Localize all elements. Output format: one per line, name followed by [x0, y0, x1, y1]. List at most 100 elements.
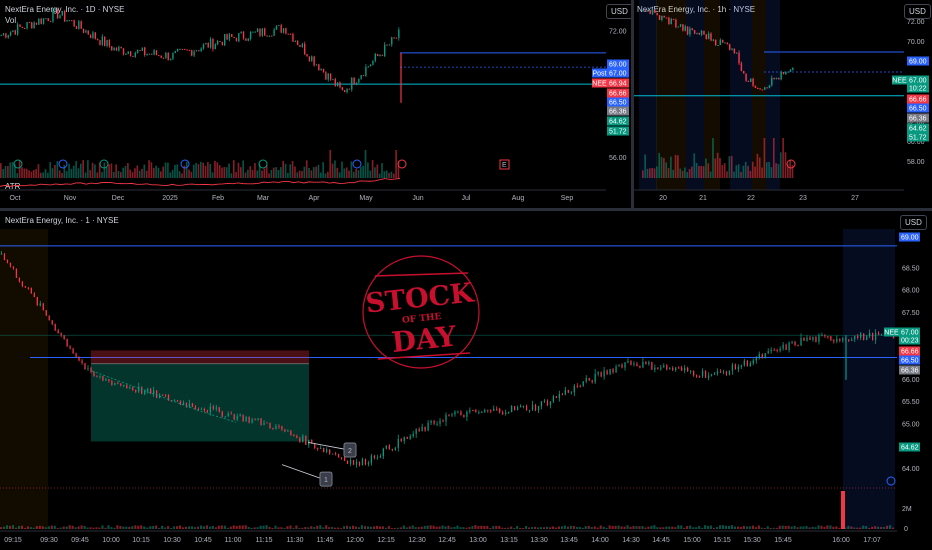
intraday-candle	[612, 369, 614, 373]
intraday-volume-bar	[459, 527, 462, 529]
intraday-candle	[361, 458, 364, 466]
daily-volume-bar	[80, 163, 82, 178]
intraday-candle	[558, 394, 561, 399]
intraday-volume-bar	[871, 526, 874, 529]
intraday-volume-bar	[274, 525, 277, 529]
intraday-volume-bar	[80, 525, 83, 529]
intraday-candle	[349, 460, 352, 464]
intraday-candle	[230, 413, 232, 415]
daily-candle	[289, 33, 292, 35]
hourly-candle	[649, 10, 651, 14]
hourly-price-tag-label: 67.00	[909, 78, 927, 85]
intraday-volume-bar	[402, 525, 405, 529]
intraday-candle	[373, 455, 376, 458]
daily-volume-bar	[164, 162, 167, 178]
intraday-volume-bar	[778, 525, 781, 529]
intraday-candle	[496, 408, 498, 410]
daily-candle	[395, 37, 398, 39]
intraday-volume-bar	[396, 527, 399, 529]
daily-candle	[99, 40, 101, 45]
hourly-candle	[696, 32, 698, 34]
daily-candle	[118, 46, 120, 51]
intraday-x-tick: 13:45	[560, 537, 578, 544]
hourly-candle	[693, 30, 696, 34]
intraday-volume-bar	[453, 526, 456, 529]
intraday-closing-volume-spike	[841, 491, 845, 529]
intraday-candle	[472, 410, 474, 412]
daily-tag-prefix-label: Post	[592, 71, 606, 78]
daily-chart-plot[interactable]: E Oct Nov Dec 2025 Feb Mar Apr May Jun Jul Aug Sep 72…	[0, 0, 631, 208]
intraday-volume-bar	[226, 527, 229, 529]
daily-candle	[169, 58, 172, 61]
daily-volume-bar	[42, 172, 44, 178]
daily-candle	[365, 66, 367, 76]
daily-volume-bar	[56, 161, 59, 178]
intraday-candle	[75, 353, 77, 357]
intraday-volume-bar	[590, 526, 593, 529]
intraday-volume-bar	[680, 525, 683, 529]
intraday-volume-bar	[423, 525, 426, 529]
daily-candle	[184, 48, 186, 50]
intraday-candle	[830, 336, 832, 341]
daily-candle	[155, 50, 158, 56]
intraday-candle	[36, 296, 38, 306]
daily-volume-bar	[221, 167, 223, 178]
daily-candle	[92, 32, 94, 39]
hourly-candle	[686, 26, 689, 35]
daily-candle	[205, 42, 207, 45]
daily-volume-bar	[214, 160, 216, 178]
intraday-volume-bar	[617, 525, 620, 529]
daily-volume-bar	[131, 172, 134, 178]
intraday-candle	[827, 336, 829, 338]
hourly-candle	[731, 48, 733, 50]
intraday-volume-bar	[572, 526, 575, 529]
hourly-volume-bar	[660, 157, 663, 178]
daily-candle	[12, 30, 14, 33]
daily-candle	[379, 54, 381, 56]
intraday-candle	[278, 426, 280, 428]
hourly-x-tick: 21	[699, 195, 707, 202]
daily-candle	[372, 60, 374, 65]
intraday-candle	[866, 336, 868, 340]
daily-volume-bar	[47, 172, 49, 178]
intraday-candle	[352, 460, 355, 465]
intraday-volume-bar	[596, 527, 599, 529]
intraday-volume-bar	[742, 525, 745, 529]
daily-candle	[386, 44, 388, 46]
intraday-candle	[129, 387, 131, 389]
intraday-volume-bar	[704, 525, 707, 529]
daily-candle	[176, 49, 179, 52]
intraday-candle	[695, 375, 698, 377]
intraday-candle	[138, 386, 140, 392]
hourly-candle	[754, 85, 757, 89]
intraday-volume-bar	[340, 528, 343, 529]
daily-candle	[308, 56, 311, 61]
intraday-candle	[564, 390, 566, 395]
hourly-candle	[670, 18, 672, 25]
intraday-candle	[135, 389, 137, 392]
intraday-candle	[364, 458, 367, 465]
volume-tick: 2M	[902, 506, 912, 513]
intraday-candle	[251, 419, 253, 423]
intraday-volume-bar	[399, 527, 402, 529]
hourly-volume-bar	[761, 167, 763, 178]
hourly-candle	[728, 44, 731, 50]
hourly-candle	[778, 77, 780, 80]
hourly-candle	[717, 44, 719, 46]
hourly-volume-bar	[658, 152, 661, 178]
annotation-pointer-2	[307, 441, 345, 450]
daily-candle	[153, 50, 155, 55]
intraday-volume-bar	[152, 525, 155, 529]
hourly-chart-plot[interactable]: 202122232772.0070.0068.0066.0064.0062.00…	[634, 0, 932, 208]
intraday-volume-bar	[757, 525, 760, 529]
daily-candle	[24, 28, 26, 30]
intraday-chart-plot[interactable]: 1 2 STOCKOF THEDAY 2M 0 09:15 09:30 09:45 10:00 1…	[0, 211, 932, 550]
hourly-volume-bar	[672, 169, 675, 178]
intraday-candle	[863, 333, 865, 340]
intraday-volume-bar	[283, 528, 286, 529]
hourly-candle	[656, 12, 658, 16]
daily-candle	[181, 48, 184, 50]
intraday-currency-button[interactable]: USD	[900, 215, 927, 230]
intraday-y-tick: 67.50	[902, 310, 920, 317]
intraday-candle	[323, 447, 325, 452]
